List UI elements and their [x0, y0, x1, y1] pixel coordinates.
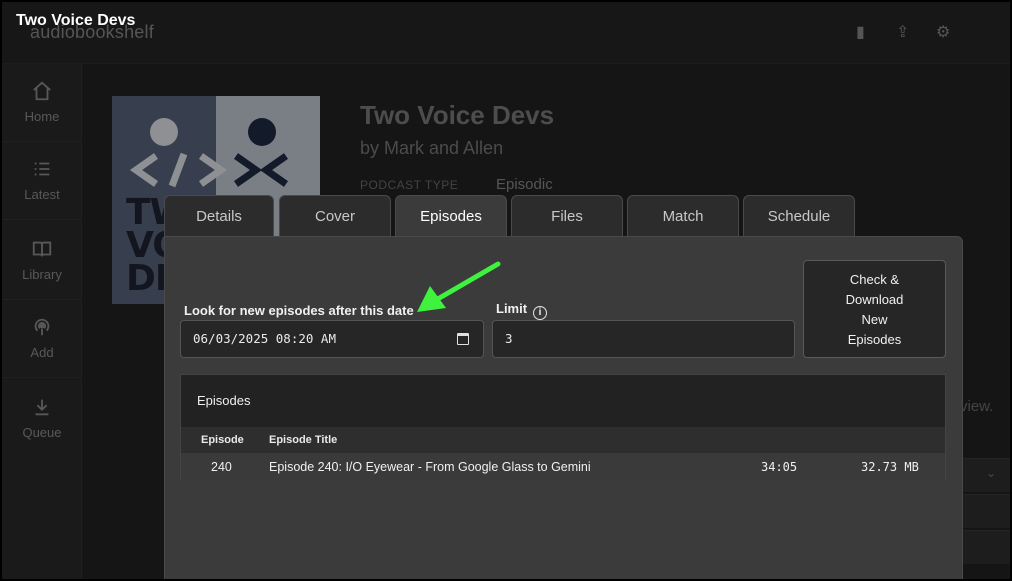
tab-match[interactable]: Match: [627, 195, 739, 237]
tab-schedule[interactable]: Schedule: [743, 195, 855, 237]
tab-files[interactable]: Files: [511, 195, 623, 237]
table-row[interactable]: 240 Episode 240: I/O Eyewear - From Goog…: [181, 453, 945, 481]
column-header-title: Episode Title: [269, 434, 338, 446]
info-icon[interactable]: i: [533, 306, 548, 320]
limit-field-label: Limit i: [496, 301, 548, 320]
limit-input-value: 3: [505, 331, 513, 346]
tab-episodes[interactable]: Episodes: [395, 195, 507, 239]
episode-title: Episode 240: I/O Eyewear - From Google G…: [269, 460, 591, 474]
episodes-panel-title: Episodes: [197, 393, 251, 408]
date-field-label: Look for new episodes after this date: [184, 303, 414, 318]
check-download-button[interactable]: Check & Download New Episodes: [803, 260, 946, 358]
episodes-table-header: Episode Episode Title: [181, 427, 945, 453]
calendar-icon[interactable]: [457, 333, 469, 345]
screenshot-frame: audiobookshelf ▮ ⇪ ⚙ Home Latest Library: [0, 0, 1012, 581]
tab-cover[interactable]: Cover: [279, 195, 391, 237]
episode-duration: 34:05: [761, 460, 798, 474]
window-title: Two Voice Devs: [16, 12, 136, 29]
episodes-panel: Episodes Episode Episode Title 240 Episo…: [180, 374, 946, 481]
date-input-value: 06/03/2025 08:20 AM: [193, 331, 336, 346]
episode-size: 32.73 MB: [861, 460, 919, 474]
tab-details[interactable]: Details: [164, 195, 274, 237]
episodes-panel-header: Episodes: [181, 375, 945, 427]
column-header-episode: Episode: [201, 434, 244, 446]
limit-input[interactable]: 3: [492, 320, 795, 358]
episode-number: 240: [211, 460, 232, 474]
date-input[interactable]: 06/03/2025 08:20 AM: [180, 320, 484, 358]
